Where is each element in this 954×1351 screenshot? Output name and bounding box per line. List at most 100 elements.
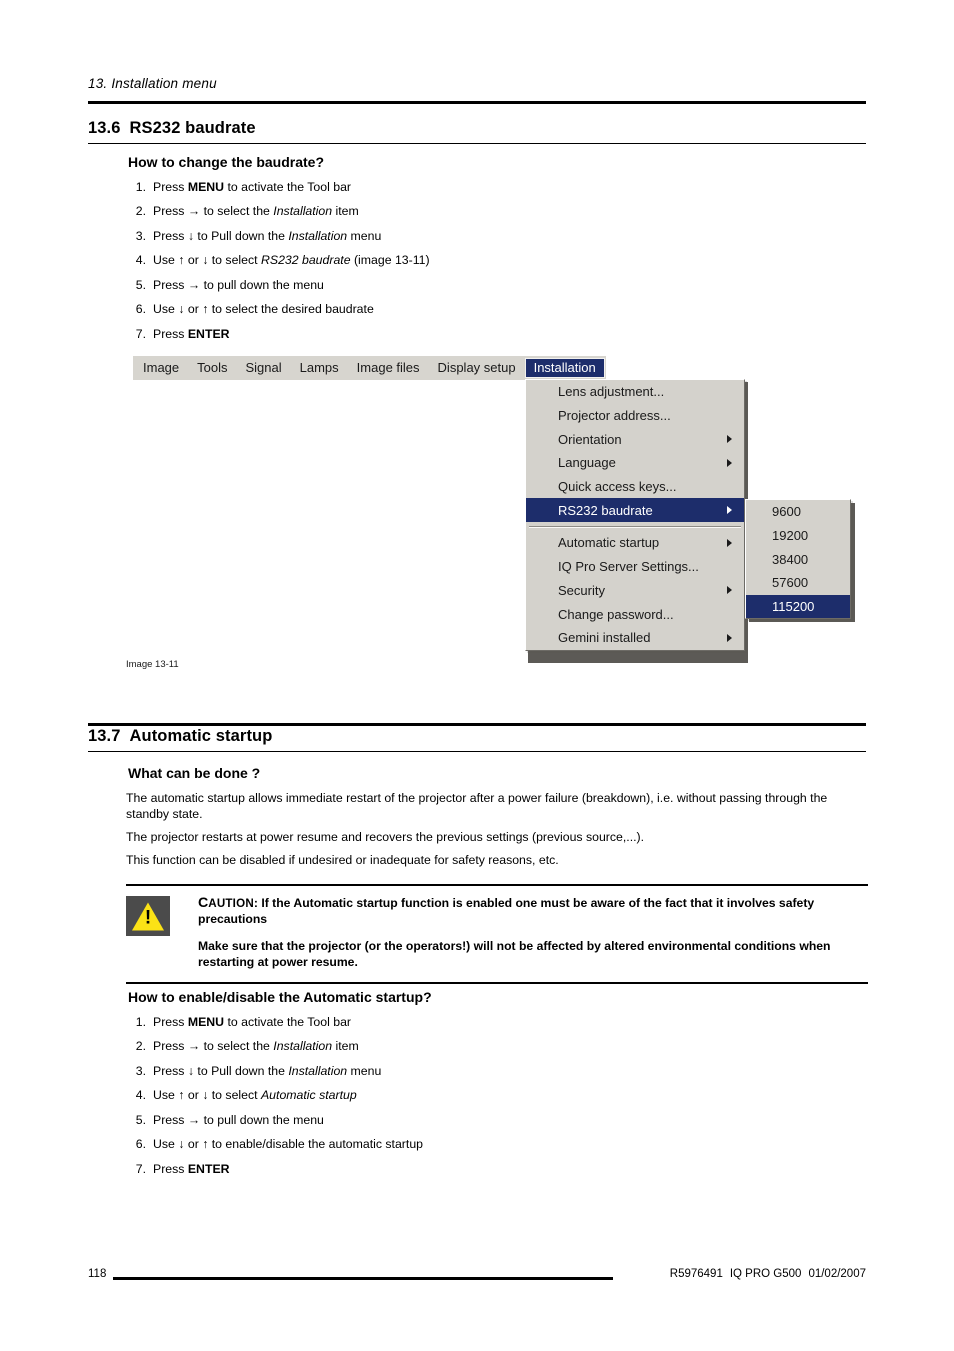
step-number: 2.	[135, 204, 146, 219]
caution-label-first: C	[198, 895, 209, 911]
baudrate-option-9600[interactable]: 9600	[746, 500, 850, 524]
submenu-arrow-icon	[727, 538, 732, 547]
step-item: 7. Press ENTER	[128, 1161, 423, 1176]
menubar-item-installation[interactable]: Installation	[524, 358, 605, 378]
submenu-arrow-icon	[727, 506, 732, 515]
menubar-item-image[interactable]: Image	[134, 358, 188, 378]
menu-item-quick-access-keys[interactable]: Quick access keys...	[526, 475, 744, 499]
header-rule	[88, 101, 866, 104]
step-item: 6. Use ↓ or ↑ to enable/disable the autom…	[128, 1137, 423, 1152]
paragraph-1: The automatic startup allows immediate r…	[126, 791, 828, 821]
step-keyword: ENTER	[187, 1161, 230, 1176]
menu-item-security[interactable]: Security	[526, 579, 744, 603]
caution-text-1: If the Automatic startup function is ena…	[198, 896, 815, 926]
step-text: Press → to pull down the menu	[153, 277, 324, 292]
section-number-autostart: 13.7	[88, 727, 121, 745]
step-text: Press MENU to activate the Tool bar	[153, 180, 351, 194]
menu-item-change-password[interactable]: Change password...	[526, 602, 744, 626]
step-number: 3.	[135, 1063, 146, 1078]
caution-paragraph-1: CAUTION: If the Automatic startup functi…	[198, 895, 868, 927]
menu-item-orientation[interactable]: Orientation	[526, 427, 744, 451]
caution-label-colon: :	[253, 896, 258, 910]
section-heading-rs232: 13.6 RS232 baudrate	[88, 119, 256, 138]
menu-item-label: RS232 baudrate	[558, 502, 653, 518]
step-text: Press ↓ to Pull down the Installation me…	[153, 228, 382, 243]
warning-exclamation-glyph: !	[144, 907, 152, 929]
menu-item-label: Security	[558, 582, 605, 598]
step-number: 6.	[135, 1137, 146, 1152]
menu-item-label: Projector address...	[558, 408, 671, 424]
menu-item-gemini-installed[interactable]: Gemini installed	[526, 626, 744, 650]
section-title: RS232 baudrate	[129, 119, 256, 137]
step-number: 5.	[135, 1112, 146, 1127]
running-head: 13. Installation menu	[88, 76, 217, 91]
installation-dropdown-menu[interactable]: Lens adjustment... Projector address... Or…	[525, 379, 745, 651]
osd-menubar[interactable]: Image Tools Signal Lamps Image files Display …	[133, 356, 606, 380]
section-heading-autostart: 13.7 Automatic startup	[88, 727, 272, 746]
step-number: 3.	[135, 228, 146, 243]
step-keyword: MENU	[187, 180, 225, 194]
step-emphasis: Installation	[288, 228, 348, 243]
submenu-arrow-icon	[727, 435, 732, 444]
baudrate-submenu[interactable]: 9600 19200 38400 57600 115200	[745, 499, 851, 620]
footer-part-number: R5976491	[669, 1268, 723, 1280]
menu-item-label: Quick access keys...	[558, 479, 677, 495]
menubar-item-lamps[interactable]: Lamps	[291, 358, 348, 378]
step-item: 2. Press → to select the Installation ite…	[128, 204, 430, 219]
step-keyword: ENTER	[187, 326, 230, 341]
subheading-how-to-change: How to change the baudrate?	[128, 154, 325, 170]
step-item: 5. Press → to pull down the menu	[128, 277, 430, 292]
step-text: Press → to pull down the menu	[153, 1112, 324, 1127]
paragraph-2: The projector restarts at power resume a…	[126, 830, 645, 844]
step-item: 3. Press ↓ to Pull down the Installation …	[128, 1063, 423, 1078]
menubar-item-tools[interactable]: Tools	[188, 358, 236, 378]
figure-caption: Image 13-11	[126, 659, 179, 670]
footer-page-number: 118	[88, 1268, 107, 1280]
menu-item-automatic-startup[interactable]: Automatic startup	[526, 531, 744, 555]
step-number: 1.	[135, 1015, 146, 1029]
menubar-item-image-files[interactable]: Image files	[348, 358, 429, 378]
menu-item-iq-pro-server-settings[interactable]: IQ Pro Server Settings...	[526, 555, 744, 579]
baudrate-option-57600[interactable]: 57600	[746, 571, 850, 595]
step-text: Press ↓ to Pull down the Installation me…	[153, 1063, 382, 1078]
step-text: Use ↓ or ↑ to enable/disable the automat…	[153, 1137, 423, 1152]
step-text: Press ENTER	[153, 326, 230, 341]
step-emphasis: Installation	[273, 204, 333, 219]
menubar-item-signal[interactable]: Signal	[237, 358, 291, 378]
section-underline-autostart	[88, 751, 866, 752]
footer-product: IQ PRO G500	[729, 1268, 802, 1280]
step-text: Press → to select the Installation item	[153, 1039, 359, 1054]
submenu-arrow-icon	[727, 586, 732, 595]
menu-item-rs232-baudrate[interactable]: RS232 baudrate	[526, 498, 744, 523]
step-number: 7.	[135, 326, 146, 341]
paragraph-3: This function can be disabled if undesir…	[126, 853, 559, 867]
step-emphasis: RS232 baudrate	[260, 253, 351, 268]
menu-item-lens-adjustment[interactable]: Lens adjustment...	[526, 380, 744, 404]
menu-item-projector-address[interactable]: Projector address...	[526, 404, 744, 428]
step-item: 2. Press → to select the Installation ite…	[128, 1039, 423, 1054]
baudrate-option-38400[interactable]: 38400	[746, 547, 850, 571]
step-item: 4. Use ↑ or ↓ to select RS232 baudrate (i…	[128, 253, 430, 268]
document-page: 13. Installation menu 13.6 RS232 baudrate…	[0, 0, 954, 1351]
baudrate-option-19200[interactable]: 19200	[746, 524, 850, 548]
step-number: 7.	[135, 1161, 146, 1176]
menu-item-language[interactable]: Language	[526, 451, 744, 475]
caution-rule-bottom	[126, 982, 868, 984]
step-number: 4.	[135, 1088, 146, 1103]
footer-meta: R5976491 IQ PRO G500 01/02/2007	[663, 1268, 866, 1280]
section-title-autostart: Automatic startup	[129, 727, 273, 745]
section-rule-autostart	[88, 723, 866, 726]
section-number: 13.6	[88, 119, 121, 137]
caution-paragraph-2: Make sure that the projector (or the ope…	[198, 939, 831, 969]
menu-item-label: IQ Pro Server Settings...	[558, 559, 699, 575]
subheading-what-can-be-done: What can be done ?	[128, 765, 261, 781]
steps-list-autostart: 1. Press MENU to activate the Tool bar 2. P…	[128, 1016, 423, 1187]
footer-rule	[113, 1277, 613, 1280]
caution-text-block: CAUTION: If the Automatic startup functi…	[198, 895, 868, 970]
baudrate-option-115200[interactable]: 115200	[746, 594, 850, 619]
step-emphasis: Installation	[273, 1039, 333, 1054]
warning-triangle-icon: !	[126, 896, 170, 936]
step-emphasis: Automatic startup	[260, 1088, 357, 1103]
step-text: Press MENU to activate the Tool bar	[153, 1015, 351, 1029]
menubar-item-display-setup[interactable]: Display setup	[429, 358, 525, 378]
